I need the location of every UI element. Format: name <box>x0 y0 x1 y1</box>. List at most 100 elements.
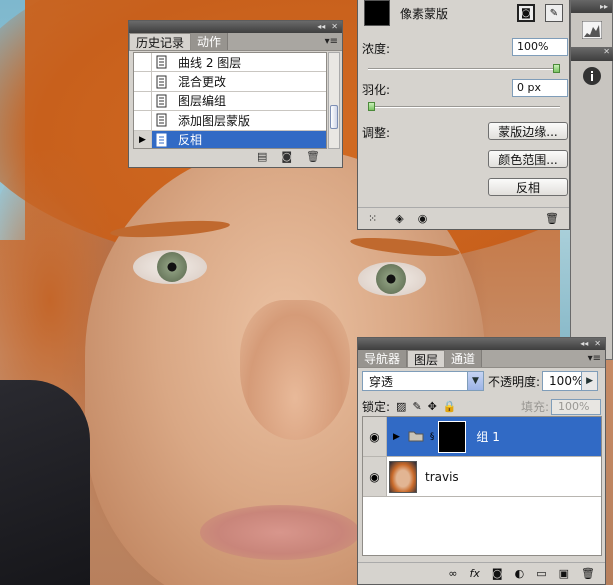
history-item-label: 曲线 2 图层 <box>178 55 242 70</box>
history-item[interactable]: 图层编组 <box>134 91 326 112</box>
history-item-selected[interactable]: ▶ 反相 <box>134 130 326 148</box>
new-layer-icon[interactable]: ▣ <box>559 567 569 580</box>
panel-dock: ▸▸ ✕ <box>570 0 613 360</box>
histogram-icon[interactable] <box>579 17 605 43</box>
fill-field[interactable]: 100% <box>551 398 601 415</box>
density-label: 浓度: <box>362 42 391 56</box>
layers-titlebar[interactable]: ◂◂ ✕ <box>358 338 605 350</box>
history-item[interactable]: 添加图层蒙版 <box>134 111 326 131</box>
history-step-icon <box>152 53 172 71</box>
history-titlebar[interactable]: ◂◂ ✕ <box>129 21 342 33</box>
shirt <box>0 380 90 585</box>
history-item-label: 混合更改 <box>178 75 227 90</box>
feather-label: 羽化: <box>362 83 391 97</box>
collapse-icon[interactable]: ◂◂ <box>317 23 325 31</box>
mask-link-icon[interactable]: § <box>430 432 435 442</box>
history-step-icon <box>152 131 172 148</box>
opacity-field[interactable]: 100% ▶ <box>542 371 599 391</box>
history-state-marker-icon[interactable]: ▶ <box>134 130 152 148</box>
tab-history[interactable]: 历史记录 <box>129 33 192 50</box>
layer-row-group[interactable]: ◉ ▶ § 组 1 <box>363 417 601 457</box>
nose <box>240 300 350 440</box>
history-panel: ◂◂ ✕ 历史记录 动作 ▾≡ 曲线 2 图层 混合更改 图层编组 添加图层蒙版 <box>128 20 343 168</box>
chevron-right-icon[interactable]: ▶ <box>581 372 598 390</box>
group-expand-triangle-icon[interactable]: ▶ <box>393 432 400 442</box>
info-icon[interactable] <box>579 63 605 89</box>
layer-name[interactable]: 组 1 <box>476 428 499 445</box>
new-document-from-state-icon[interactable]: ▤ <box>257 151 267 163</box>
history-step-icon <box>152 72 172 90</box>
vector-mask-icon[interactable]: ✎ <box>545 4 563 22</box>
density-field[interactable]: 100% <box>512 38 568 56</box>
layer-thumbnail[interactable] <box>389 460 417 493</box>
mask-header: 像素蒙版 ◙ ✎ <box>358 0 569 28</box>
layers-list: ◉ ▶ § 组 1 ◉ travis <box>362 416 602 556</box>
adjustment-layer-icon[interactable]: ◐ <box>515 567 525 580</box>
layer-row-image[interactable]: ◉ travis <box>363 457 601 497</box>
link-layers-icon[interactable]: ∞ <box>448 567 457 580</box>
dock-titlebar[interactable]: ▸▸ <box>571 0 612 13</box>
new-snapshot-icon[interactable]: ◙ <box>281 151 292 163</box>
lock-fill-row: 锁定: ▨ ✎ ✥ 🔒 填充: 100% <box>362 398 601 415</box>
color-range-button[interactable]: 颜色范围... <box>488 150 568 168</box>
history-snapshot-toggle[interactable] <box>134 91 152 111</box>
lock-all-icon[interactable]: 🔒 <box>443 400 457 413</box>
lock-position-move-icon[interactable]: ✥ <box>428 400 437 413</box>
apply-mask-icon[interactable]: ◈ <box>395 212 403 225</box>
fill-label: 填充: <box>520 400 549 414</box>
add-mask-icon[interactable]: ◙ <box>492 567 503 580</box>
layer-style-fx-icon[interactable]: fx <box>470 567 480 580</box>
layers-tabs: 导航器 图层 通道 ▾≡ <box>358 350 605 368</box>
invert-button[interactable]: 反相 <box>488 178 568 196</box>
opacity-value: 100% <box>549 374 584 388</box>
tab-navigator[interactable]: 导航器 <box>358 350 408 367</box>
history-snapshot-toggle[interactable] <box>134 111 152 130</box>
history-item[interactable]: 曲线 2 图层 <box>134 53 326 73</box>
masks-panel: 像素蒙版 ◙ ✎ 浓度: 100% 羽化: 0 px 调整: 蒙版边缘... 颜… <box>357 0 570 230</box>
expand-icon[interactable]: ▸▸ <box>600 2 608 11</box>
close-icon[interactable]: ✕ <box>594 340 601 348</box>
fill-value: 100% <box>558 400 590 413</box>
density-slider-knob[interactable] <box>553 64 560 73</box>
group-mask-thumbnail[interactable] <box>438 420 467 453</box>
layer-name[interactable]: travis <box>425 470 459 484</box>
panel-menu-icon[interactable]: ▾≡ <box>325 36 338 47</box>
trash-icon[interactable]: 🗑 <box>306 151 320 163</box>
lock-transparent-icon[interactable]: ▨ <box>396 400 406 413</box>
history-list: 曲线 2 图层 混合更改 图层编组 添加图层蒙版 ▶ 反相 <box>133 52 327 149</box>
blend-mode-select[interactable]: 穿透 ▼ <box>362 371 484 391</box>
trash-icon[interactable]: 🗑 <box>581 567 595 580</box>
mask-thumbnail <box>364 0 390 26</box>
layer-visibility-eye-icon[interactable]: ◉ <box>363 457 387 496</box>
history-scrollbar[interactable] <box>328 52 340 149</box>
history-step-icon <box>152 111 172 129</box>
panel-menu-icon[interactable]: ▾≡ <box>588 353 601 364</box>
history-snapshot-toggle[interactable] <box>134 72 152 91</box>
layer-visibility-eye-icon[interactable]: ◉ <box>363 417 387 456</box>
close-icon[interactable]: ✕ <box>331 23 338 31</box>
mask-edge-button[interactable]: 蒙版边缘... <box>488 122 568 140</box>
history-snapshot-toggle[interactable] <box>134 53 152 72</box>
chevron-down-icon[interactable]: ▼ <box>467 372 483 390</box>
history-item[interactable]: 混合更改 <box>134 72 326 92</box>
lock-image-brush-icon[interactable]: ✎ <box>412 400 421 413</box>
trash-icon[interactable]: 🗑 <box>545 212 559 225</box>
density-slider[interactable] <box>368 64 560 73</box>
scroll-thumb[interactable] <box>330 105 338 129</box>
tab-layers[interactable]: 图层 <box>407 350 446 367</box>
feather-field[interactable]: 0 px <box>512 79 568 97</box>
new-group-folder-icon[interactable]: ▭ <box>536 567 546 580</box>
right-eye <box>358 262 426 296</box>
history-item-label: 图层编组 <box>178 94 227 109</box>
tab-actions[interactable]: 动作 <box>191 33 229 50</box>
visibility-eye-icon[interactable]: ◉ <box>418 212 428 225</box>
blend-opacity-row: 穿透 ▼ 不透明度: 100% ▶ <box>362 371 601 391</box>
load-selection-icon[interactable]: ⁙ <box>368 212 377 225</box>
pixel-mask-icon[interactable]: ◙ <box>517 4 535 22</box>
layers-footer: ∞ fx ◙ ◐ ▭ ▣ 🗑 <box>358 562 605 584</box>
tab-channels[interactable]: 通道 <box>445 350 483 367</box>
dock-group-titlebar[interactable]: ✕ <box>571 47 613 61</box>
feather-slider-knob[interactable] <box>368 102 375 111</box>
feather-slider[interactable] <box>368 102 560 111</box>
collapse-icon[interactable]: ◂◂ <box>580 340 588 348</box>
